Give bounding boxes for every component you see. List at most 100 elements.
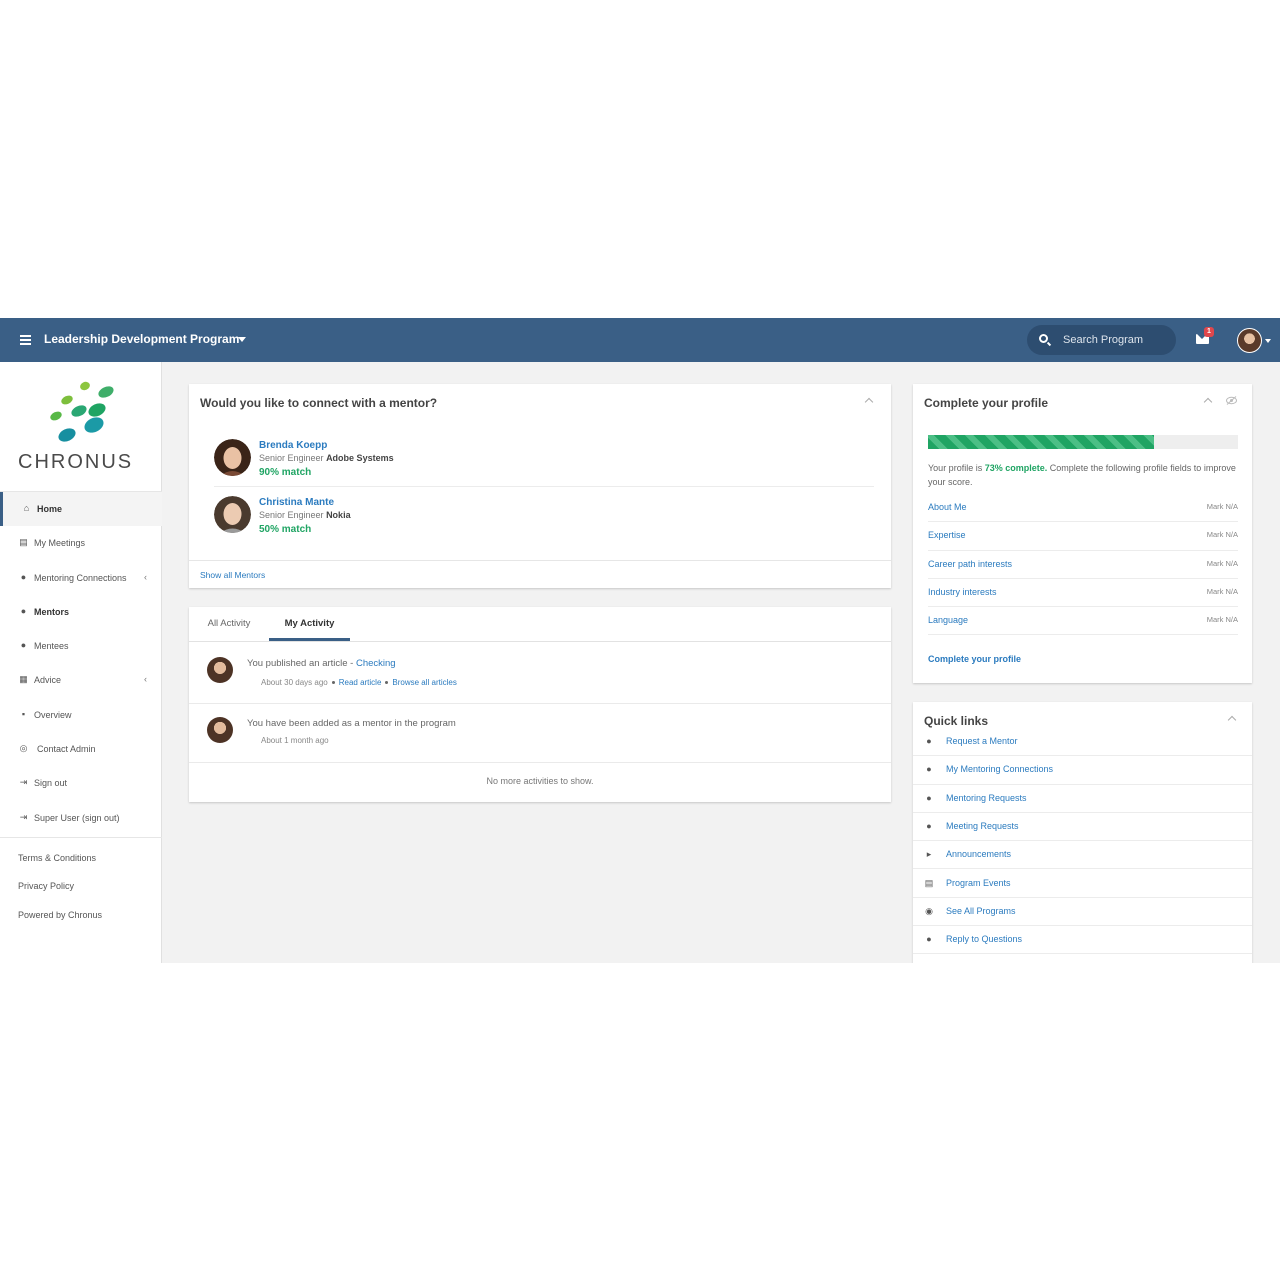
powered-by-link[interactable]: Powered by Chronus: [18, 910, 162, 938]
quick-link-label: See All Programs: [946, 905, 1016, 916]
show-all-mentors-link[interactable]: Show all Mentors: [200, 570, 265, 580]
mentor-title: Senior Engineer: [259, 510, 324, 520]
mark-na-link[interactable]: Mark N/A: [1207, 502, 1238, 511]
mentor-photo[interactable]: [214, 439, 251, 476]
hamburger-menu-icon[interactable]: [20, 335, 31, 345]
quick-link-request-mentor[interactable]: ● Request a Mentor: [913, 728, 1252, 757]
desc-prefix: Your profile is: [928, 463, 985, 473]
top-navbar: Leadership Development Program 1: [0, 318, 1280, 362]
quick-link-announcements[interactable]: ▸ Announcements: [913, 841, 1252, 870]
sidebar-item-super-user-sign-out[interactable]: ⇥ Super User (sign out): [0, 801, 162, 835]
sidebar-item-overview[interactable]: ▪ Overview: [0, 698, 162, 732]
collapse-chevron-icon[interactable]: [1203, 397, 1213, 407]
sidebar-item-label: Mentors: [34, 606, 70, 617]
browse-articles-link[interactable]: Browse all articles: [392, 678, 456, 687]
sidebar-item-label: Super User (sign out): [34, 812, 120, 823]
user-icon: ●: [926, 736, 932, 746]
tab-my-activity[interactable]: My Activity: [269, 607, 350, 641]
calendar-icon: ▤: [924, 877, 934, 888]
complete-profile-link[interactable]: Complete your profile: [928, 654, 1021, 664]
profile-field-link[interactable]: Expertise: [928, 530, 966, 540]
sidebar-footer: Terms & Conditions Privacy Policy Powere…: [0, 837, 162, 938]
sidebar-nav: ⌂ Home ▤ My Meetings ● Mentoring Connect…: [0, 491, 162, 835]
mark-na-link[interactable]: Mark N/A: [1207, 530, 1238, 539]
sidebar-item-mentoring-connections[interactable]: ● Mentoring Connections ‹: [0, 561, 162, 595]
mark-na-link[interactable]: Mark N/A: [1207, 615, 1238, 624]
search-icon[interactable]: [1039, 334, 1048, 343]
profile-field-row: About Me Mark N/A: [928, 494, 1238, 523]
card-title: Complete your profile: [924, 396, 1049, 410]
program-switcher[interactable]: Leadership Development Program: [44, 332, 239, 346]
chevron-left-icon: ‹: [144, 571, 147, 582]
mentor-name-link[interactable]: Christina Mante: [259, 497, 334, 508]
activity-time: About 1 month ago: [261, 736, 329, 745]
user-plus-icon: ●: [926, 792, 932, 803]
activity-item: You have been added as a mentor in the p…: [189, 704, 891, 763]
user-menu-chevron-icon[interactable]: [1265, 339, 1271, 343]
sidebar-item-mentees[interactable]: ● Mentees: [0, 629, 162, 663]
profile-field-link[interactable]: Language: [928, 615, 968, 625]
chevron-down-icon[interactable]: [238, 337, 246, 342]
profile-field-link[interactable]: Career path interests: [928, 559, 1012, 569]
sidebar: CHRONUS ⌂ Home ▤ My Meetings ● Mentoring…: [0, 362, 162, 963]
quick-link-label: Mentoring Requests: [946, 792, 1027, 803]
activity-text: You have been added as a mentor in the p…: [247, 718, 456, 729]
sign-out-icon: ⇥: [19, 811, 28, 822]
mark-na-link[interactable]: Mark N/A: [1207, 559, 1238, 568]
bullhorn-icon: ▸: [926, 849, 932, 860]
sidebar-item-home[interactable]: ⌂ Home: [0, 492, 162, 527]
sidebar-item-label: Overview: [34, 709, 72, 720]
terms-link[interactable]: Terms & Conditions: [18, 853, 162, 881]
calendar-icon: ▤: [19, 537, 28, 548]
mentor-role: Senior Engineer Adobe Systems: [259, 453, 394, 463]
privacy-link[interactable]: Privacy Policy: [18, 881, 162, 909]
sidebar-item-mentors[interactable]: ● Mentors: [0, 595, 162, 629]
quick-link-reply-questions[interactable]: ● Reply to Questions: [913, 926, 1252, 955]
tab-all-activity[interactable]: All Activity: [189, 607, 269, 641]
mark-na-link[interactable]: Mark N/A: [1207, 587, 1238, 596]
sidebar-item-label: Home: [37, 504, 63, 514]
quick-link-label: Request a Mentor: [946, 736, 1018, 746]
user-avatar[interactable]: [1237, 328, 1262, 353]
file-icon: ▪: [21, 708, 26, 719]
search-box: [1027, 325, 1176, 355]
empty-activity-text: No more activities to show.: [486, 776, 594, 786]
sidebar-item-label: Advice: [34, 675, 62, 686]
hide-eye-icon[interactable]: [1226, 396, 1237, 405]
sidebar-item-advice[interactable]: ▦ Advice ‹: [0, 663, 162, 697]
quick-link-mentoring-requests[interactable]: ● Mentoring Requests: [913, 785, 1252, 813]
profile-progress-bar: [928, 435, 1238, 449]
quick-link-see-all-programs[interactable]: ◉ See All Programs: [913, 898, 1252, 927]
article-link[interactable]: Checking: [356, 658, 396, 669]
activity-item: You published an article - Checking Abou…: [189, 643, 891, 704]
quick-link-label: Announcements: [946, 849, 1012, 860]
logo-wordmark: CHRONUS: [18, 451, 134, 473]
sidebar-item-sign-out[interactable]: ⇥ Sign out: [0, 766, 162, 800]
sidebar-item-label: Sign out: [34, 778, 68, 789]
quick-link-label: My Mentoring Connections: [946, 764, 1054, 775]
mentor-suggestion: Christina Mante Senior Engineer Nokia 50…: [214, 492, 874, 548]
mentor-photo[interactable]: [214, 496, 251, 533]
read-article-link[interactable]: Read article: [339, 678, 382, 687]
quick-link-program-events[interactable]: ▤ Program Events: [913, 870, 1252, 898]
collapse-chevron-icon[interactable]: [1227, 715, 1237, 725]
app-frame: Leadership Development Program 1 CHRONUS…: [0, 318, 1280, 963]
profile-field-link[interactable]: About Me: [928, 502, 967, 512]
mentor-name-link[interactable]: Brenda Koepp: [259, 440, 327, 451]
collapse-chevron-icon[interactable]: [864, 397, 874, 407]
card-divider: [189, 560, 891, 561]
document-icon: ▦: [19, 674, 28, 685]
activity-avatar: [207, 717, 233, 743]
complete-profile-card: Complete your profile Your profile is 73…: [913, 384, 1252, 683]
profile-field-link[interactable]: Industry interests: [928, 587, 997, 597]
sidebar-item-contact-admin[interactable]: ◎ Contact Admin: [0, 732, 162, 766]
quick-links-card: Quick links ● Request a Mentor ● My Ment…: [913, 702, 1252, 963]
search-input[interactable]: [1063, 332, 1163, 348]
quick-link-meeting-requests[interactable]: ● Meeting Requests: [913, 813, 1252, 842]
mentor-suggestion: Brenda Koepp Senior Engineer Adobe Syste…: [214, 435, 874, 487]
match-score: 50% match: [259, 524, 312, 535]
sidebar-item-my-meetings[interactable]: ▤ My Meetings: [0, 526, 162, 560]
quick-link-label: Reply to Questions: [946, 934, 1023, 945]
quick-link-mentoring-connections[interactable]: ● My Mentoring Connections: [913, 756, 1252, 785]
sidebar-item-label: Contact Admin: [37, 744, 96, 755]
